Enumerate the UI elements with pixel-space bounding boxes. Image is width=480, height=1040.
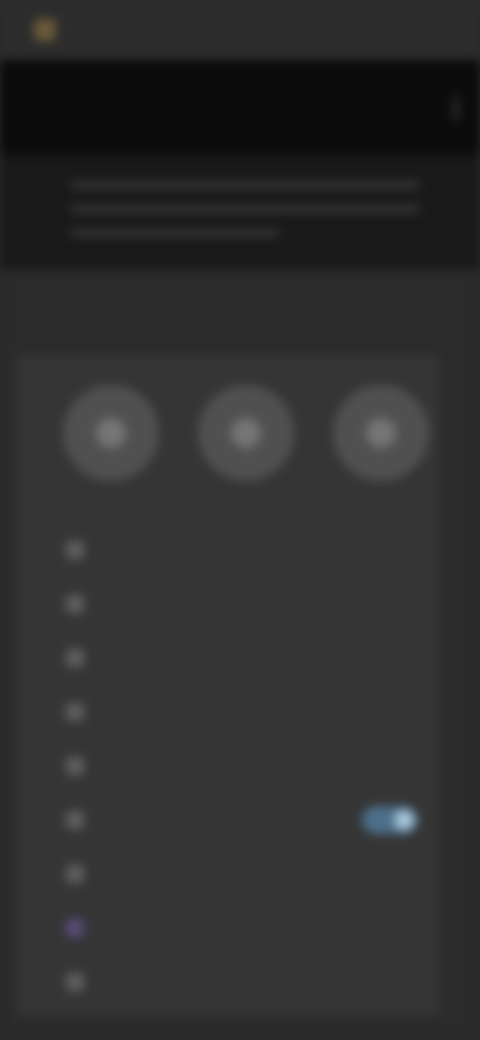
menu-list bbox=[66, 523, 436, 1009]
intro-line bbox=[70, 229, 280, 237]
menu-item-icon bbox=[66, 703, 84, 721]
menu-item-icon bbox=[66, 649, 84, 667]
purple-icon bbox=[66, 919, 84, 937]
circle-button[interactable] bbox=[198, 385, 294, 481]
circle-icon bbox=[366, 418, 396, 448]
menu-item-icon bbox=[66, 757, 84, 775]
menu-item[interactable] bbox=[66, 685, 436, 739]
circle-button[interactable] bbox=[333, 385, 429, 481]
quick-action[interactable] bbox=[56, 385, 166, 503]
menu-item[interactable] bbox=[66, 523, 436, 577]
quick-action[interactable] bbox=[191, 385, 301, 503]
quick-action[interactable] bbox=[326, 385, 436, 503]
toggle-knob bbox=[394, 810, 414, 830]
menu-item[interactable] bbox=[66, 847, 436, 901]
intro-line bbox=[70, 205, 420, 213]
circle-icon bbox=[96, 418, 126, 448]
menu-item[interactable] bbox=[66, 901, 436, 955]
page-header bbox=[0, 60, 480, 155]
menu-item[interactable] bbox=[66, 631, 436, 685]
top-bar bbox=[0, 0, 480, 60]
page bbox=[0, 0, 480, 1040]
menu-item[interactable] bbox=[66, 739, 436, 793]
intro-text bbox=[0, 155, 480, 270]
menu-item[interactable] bbox=[66, 955, 436, 1009]
toggle-switch[interactable] bbox=[362, 806, 418, 834]
menu-icon[interactable] bbox=[454, 96, 458, 122]
menu-item-icon bbox=[66, 865, 84, 883]
logo-icon bbox=[34, 19, 56, 41]
quick-actions bbox=[56, 385, 436, 503]
circle-icon bbox=[231, 418, 261, 448]
menu-item-icon bbox=[66, 541, 84, 559]
menu-item-icon bbox=[66, 811, 84, 829]
menu-item-icon bbox=[66, 595, 84, 613]
menu-item[interactable] bbox=[66, 577, 436, 631]
settings-card bbox=[16, 355, 440, 1015]
logo[interactable] bbox=[34, 19, 66, 41]
menu-item-icon bbox=[66, 973, 84, 991]
menu-item-toggle[interactable] bbox=[66, 793, 436, 847]
circle-button[interactable] bbox=[63, 385, 159, 481]
intro-line bbox=[70, 181, 420, 189]
